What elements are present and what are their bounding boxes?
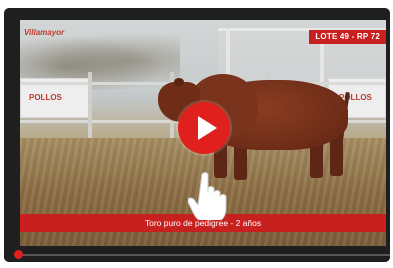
play-icon [198,116,217,140]
progress-track[interactable] [18,254,390,256]
hand-pointer-cursor-icon [188,172,227,220]
brand-logo: Villamayor [24,28,65,37]
bull-ear [174,78,184,86]
lot-badge: LOTE 49 - RP 72 [309,30,386,44]
control-bar [4,246,390,262]
fence-post [88,72,92,142]
video-player[interactable]: POLLOS POLLOS Villamayor LOTE 49 - RP 72… [4,8,390,262]
bull-leg [330,136,343,176]
play-button[interactable] [178,102,230,154]
video-frame[interactable]: POLLOS POLLOS Villamayor LOTE 49 - RP 72… [20,20,386,246]
banner-left-text: POLLOS [29,93,62,102]
progress-scrubber-handle[interactable] [14,250,23,259]
